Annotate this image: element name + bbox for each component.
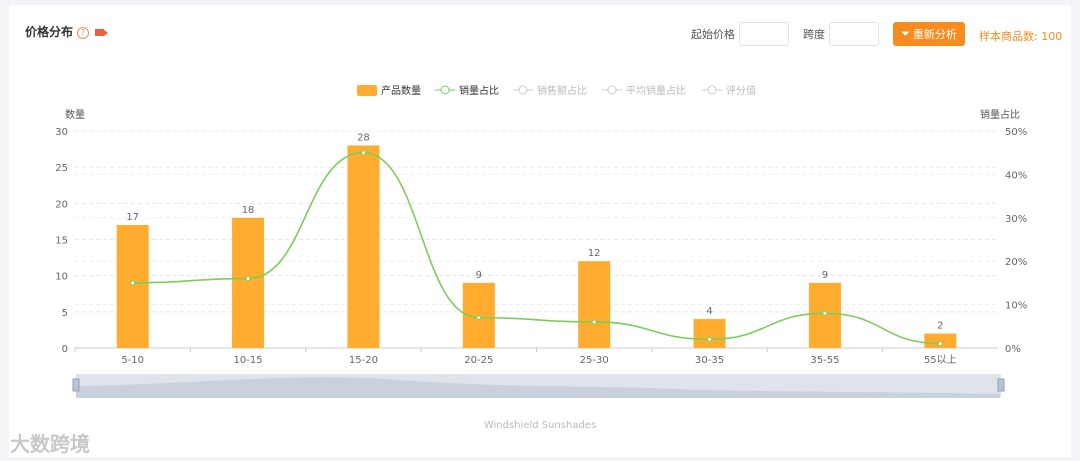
legend-item[interactable]: 销售额占比 — [537, 84, 587, 97]
x-tick-label: 35-55 — [810, 355, 839, 366]
legend-item[interactable]: 销量占比 — [459, 84, 499, 97]
line-point — [245, 276, 251, 282]
legend-item[interactable]: 评分值 — [726, 84, 756, 97]
x-tick-label: 15-20 — [349, 355, 378, 366]
x-axis-name: Windshield Sunshades — [484, 420, 596, 431]
legend-line-icon — [707, 85, 717, 95]
legend-line-icon — [440, 85, 450, 95]
bar — [347, 145, 380, 348]
bar — [116, 225, 149, 348]
bar-value-label: 18 — [242, 205, 255, 216]
bar — [693, 319, 726, 348]
line-point — [130, 280, 136, 286]
x-tick-label: 30-35 — [695, 355, 724, 366]
line-point — [476, 315, 482, 321]
line-point — [822, 310, 828, 316]
y2-tick-label: 30% — [1005, 214, 1027, 225]
legend-bar-icon — [357, 85, 377, 96]
line-point — [937, 341, 943, 347]
bar-value-label: 28 — [357, 132, 370, 143]
y-tick-label: 10 — [55, 272, 68, 283]
y-axis-label: 数量 — [65, 108, 85, 121]
line-point — [707, 336, 713, 342]
bar-value-label: 12 — [588, 248, 601, 259]
y2-tick-label: 50% — [1005, 127, 1027, 138]
bar — [232, 217, 265, 348]
legend-item[interactable]: 产品数量 — [381, 84, 421, 97]
watermark: 大数跨境 — [10, 432, 90, 456]
y-tick-label: 30 — [55, 127, 68, 138]
y-tick-label: 0 — [62, 344, 68, 355]
legend-item[interactable]: 平均销量占比 — [626, 84, 686, 97]
bar-value-label: 9 — [822, 270, 828, 281]
y2-tick-label: 10% — [1005, 301, 1027, 312]
bar — [578, 261, 611, 348]
datazoom-handle-left[interactable] — [72, 378, 80, 392]
bar-value-label: 4 — [706, 306, 712, 317]
legend-line-icon — [518, 85, 528, 95]
x-tick-label: 55以上 — [924, 354, 957, 366]
y-tick-label: 20 — [55, 199, 68, 210]
y-tick-label: 5 — [62, 308, 68, 319]
x-tick-label: 5-10 — [121, 355, 144, 366]
y2-axis-label: 销量占比 — [980, 108, 1020, 121]
line-point — [591, 319, 597, 325]
x-tick-label: 20-25 — [464, 355, 493, 366]
datazoom-handle-right[interactable] — [997, 378, 1005, 392]
chart-svg: 0 5 10 15 20 25 30 0% 10% 20% 30% 40% 50% 数量 销量占比 5-10 1… — [55, 84, 1027, 431]
bar-value-label: 17 — [126, 212, 139, 223]
y-tick-label: 25 — [55, 163, 68, 174]
line-point — [360, 150, 366, 156]
y-tick-label: 15 — [55, 236, 68, 247]
bar-value-label: 9 — [476, 270, 482, 281]
y2-tick-label: 40% — [1005, 170, 1027, 181]
y2-tick-label: 20% — [1005, 257, 1027, 268]
legend-line-icon — [607, 85, 617, 95]
y2-tick-label: 0% — [1005, 344, 1021, 355]
x-tick-label: 25-30 — [580, 355, 609, 366]
bar-value-label: 2 — [937, 321, 943, 332]
x-tick-label: 10-15 — [234, 355, 263, 366]
